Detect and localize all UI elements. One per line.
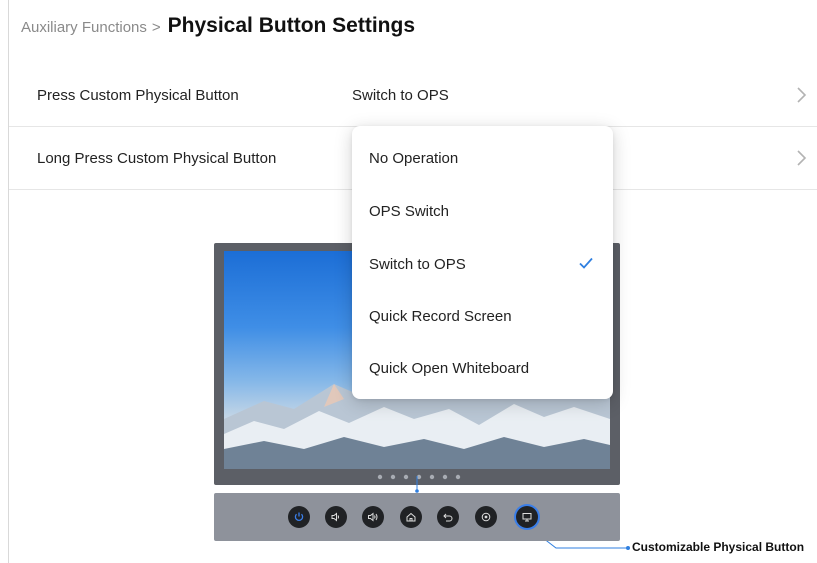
option-label: OPS Switch — [369, 202, 450, 220]
dropdown-option-quick-open-whiteboard[interactable]: Quick Open Whiteboard — [352, 342, 613, 394]
option-label: Switch to OPS — [369, 255, 466, 273]
customizable-button-callout: Customizable Physical Button — [632, 540, 805, 554]
volume-down-icon[interactable] — [325, 506, 347, 528]
dropdown-option-no-operation[interactable]: No Operation — [352, 132, 613, 184]
screen-icon[interactable] — [516, 506, 538, 528]
checkmark-icon — [579, 257, 593, 269]
option-label: No Operation — [369, 149, 459, 167]
dropdown-option-ops-switch[interactable]: OPS Switch — [352, 185, 613, 237]
back-icon[interactable] — [437, 506, 459, 528]
dropdown-option-switch-to-ops[interactable]: Switch to OPS — [352, 238, 613, 290]
option-dropdown: No Operation OPS Switch Switch to OPS Qu… — [352, 126, 613, 399]
home-icon[interactable] — [400, 506, 422, 528]
option-label: Quick Record Screen — [369, 307, 512, 325]
option-label: Quick Open Whiteboard — [369, 359, 530, 377]
dropdown-option-quick-record-screen[interactable]: Quick Record Screen — [352, 290, 613, 342]
settings-icon[interactable] — [475, 506, 497, 528]
volume-up-icon[interactable] — [362, 506, 384, 528]
physical-button-panel — [214, 493, 620, 541]
power-icon[interactable] — [288, 506, 310, 528]
